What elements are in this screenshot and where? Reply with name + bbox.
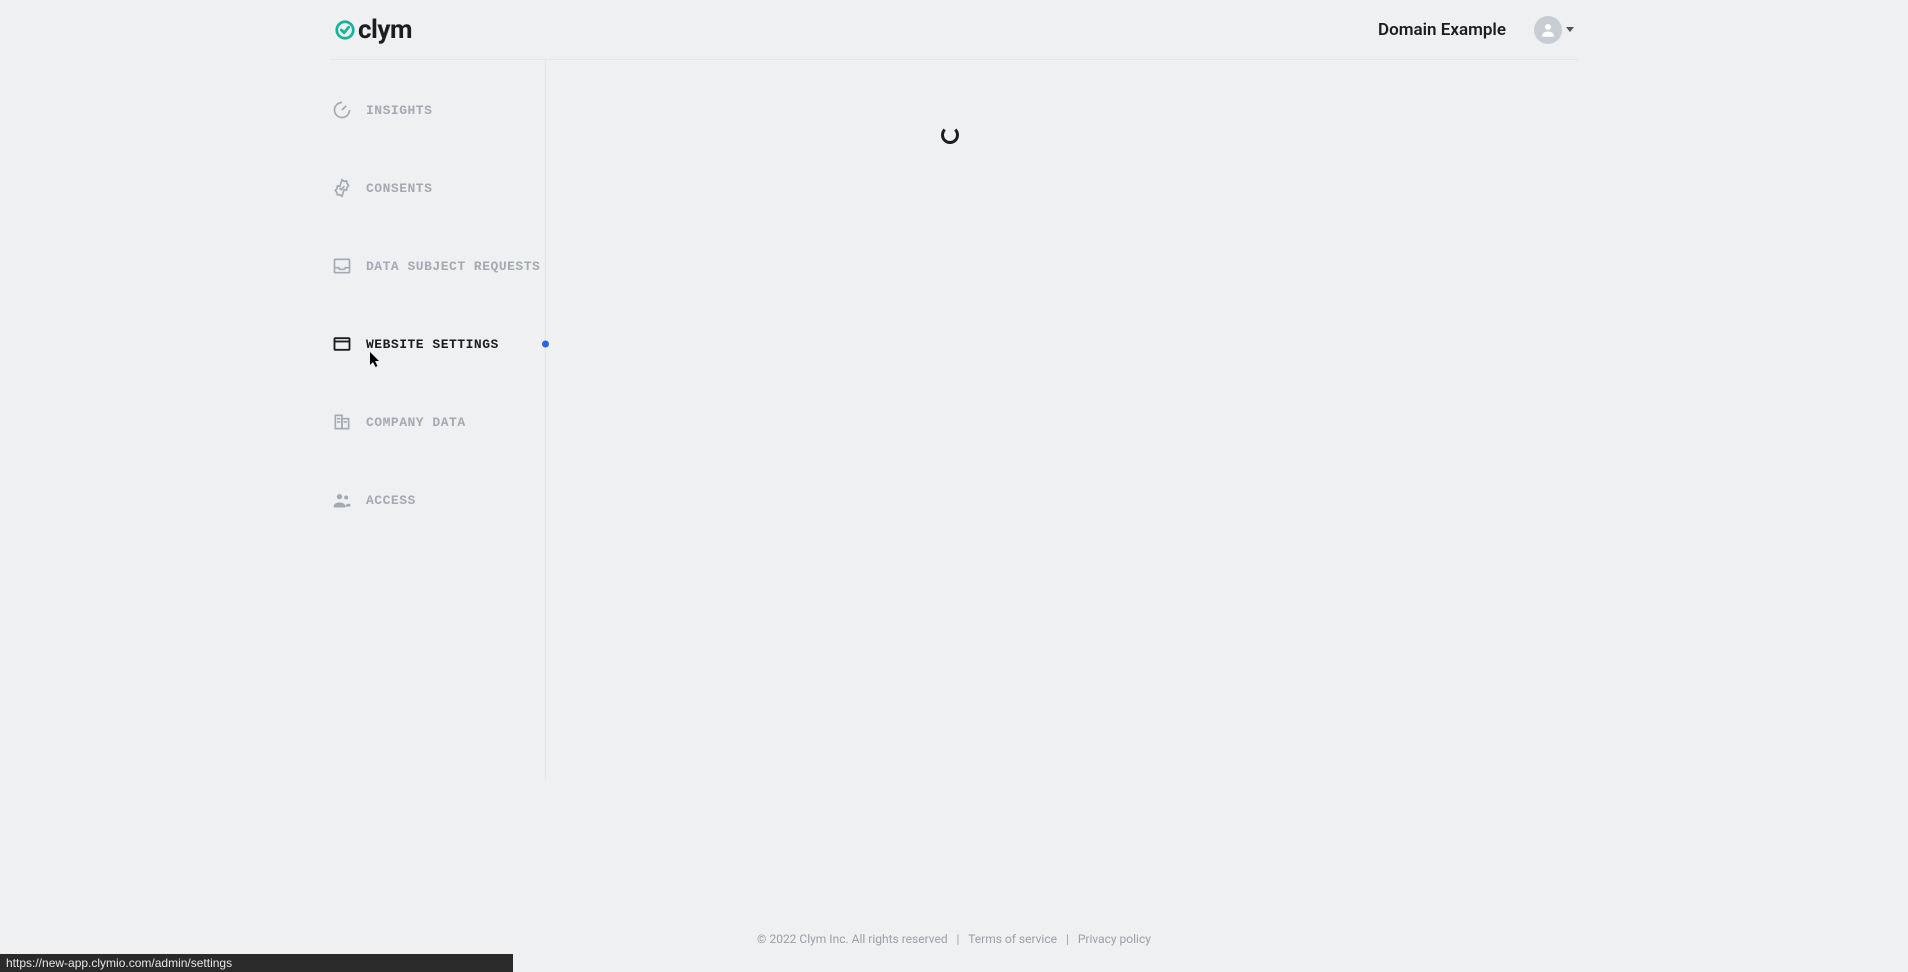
- building-icon: [332, 412, 352, 432]
- main-content: [546, 60, 1578, 780]
- footer: © 2022 Clym Inc. All rights reserved | T…: [0, 932, 1908, 946]
- sidebar-item-label: DATA SUBJECT REQUESTS: [366, 259, 540, 274]
- separator: |: [957, 932, 960, 946]
- sidebar-item-label: CONSENTS: [366, 181, 432, 196]
- logo[interactable]: clym: [334, 15, 412, 45]
- logo-text: clym: [358, 15, 412, 45]
- privacy-link[interactable]: Privacy policy: [1078, 932, 1151, 946]
- sidebar-item-label: COMPANY DATA: [366, 415, 466, 430]
- sidebar-item-dsr[interactable]: DATA SUBJECT REQUESTS: [330, 254, 545, 278]
- browser-status-bar: https://new-app.clymio.com/admin/setting…: [0, 954, 513, 972]
- sidebar-item-label: ACCESS: [366, 493, 416, 508]
- sidebar-item-access[interactable]: ACCESS: [330, 488, 545, 512]
- domain-selector[interactable]: Domain Example: [1378, 20, 1506, 40]
- loading-spinner-icon: [941, 126, 959, 144]
- people-icon: [332, 490, 352, 510]
- sidebar-item-website-settings[interactable]: WEBSITE SETTINGS: [330, 332, 545, 356]
- separator: |: [1066, 932, 1069, 946]
- sidebar-item-label: WEBSITE SETTINGS: [366, 337, 499, 352]
- header: clym Domain Example: [330, 0, 1578, 60]
- avatar: [1534, 16, 1562, 44]
- status-url: https://new-app.clymio.com/admin/setting…: [6, 956, 232, 970]
- sidebar-item-consents[interactable]: CONSENTS: [330, 176, 545, 200]
- verified-icon: [332, 178, 352, 198]
- gauge-icon: [332, 100, 352, 120]
- chevron-down-icon: [1566, 27, 1574, 32]
- sidebar-item-label: INSIGHTS: [366, 103, 432, 118]
- copyright-text: © 2022 Clym Inc. All rights reserved: [757, 932, 948, 946]
- terms-link[interactable]: Terms of service: [968, 932, 1057, 946]
- sidebar-item-insights[interactable]: INSIGHTS: [330, 98, 545, 122]
- sidebar: INSIGHTS CONSENTS DATA: [330, 60, 546, 780]
- logo-mark-icon: [334, 19, 356, 41]
- inbox-icon: [332, 256, 352, 276]
- sidebar-item-company-data[interactable]: COMPANY DATA: [330, 410, 545, 434]
- window-icon: [332, 334, 352, 354]
- user-menu[interactable]: [1534, 16, 1574, 44]
